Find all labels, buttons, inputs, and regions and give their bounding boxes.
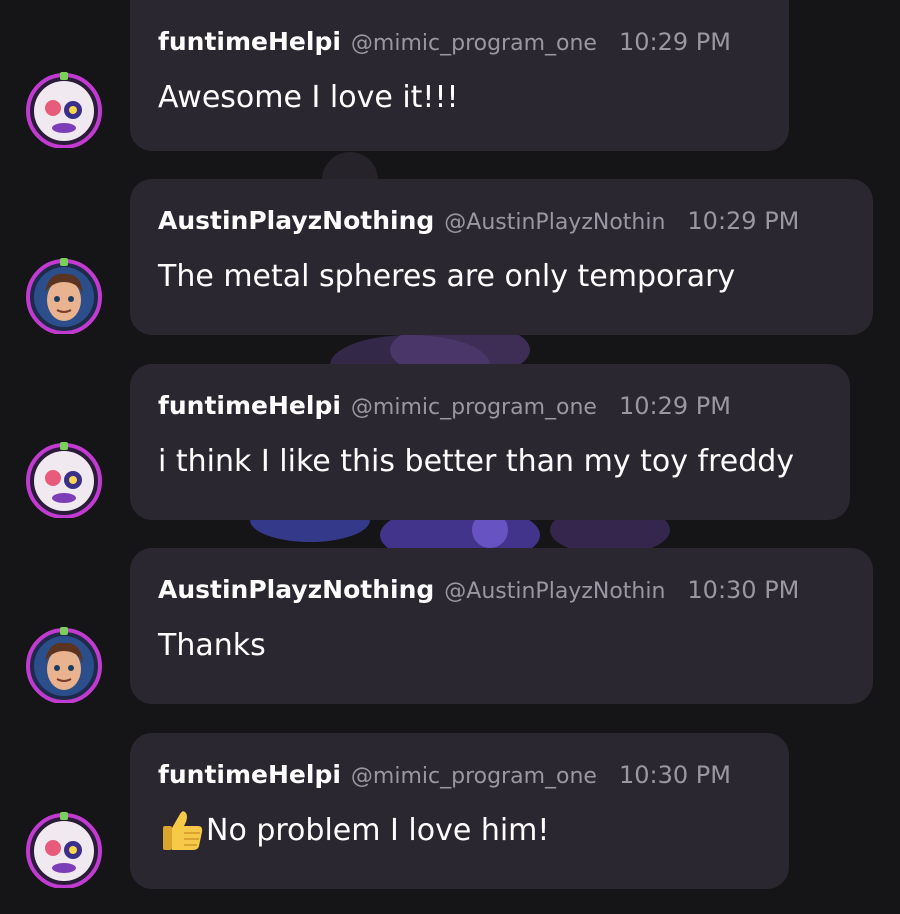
- message-bubble: funtimeHelpi @mimic_program_one 10:30 PM…: [130, 733, 789, 889]
- message-bubble: funtimeHelpi @mimic_program_one 10:29 PM…: [130, 0, 789, 151]
- author-name[interactable]: funtimeHelpi: [158, 27, 341, 56]
- timestamp: 10:29 PM: [618, 392, 731, 420]
- funtime-helpy-avatar[interactable]: [25, 440, 103, 518]
- timestamp: 10:29 PM: [618, 28, 731, 56]
- author-handle: @AustinPlayzNothin: [444, 210, 666, 235]
- message-text: i think I like this better than my toy f…: [158, 444, 795, 479]
- author-name[interactable]: funtimeHelpi: [158, 391, 341, 420]
- austin-avatar[interactable]: [25, 256, 103, 334]
- timestamp: 10:30 PM: [618, 761, 731, 789]
- chat-view: funtimeHelpi @mimic_program_one 10:29 PM…: [0, 0, 900, 914]
- message-bubble: AustinPlayzNothing @AustinPlayzNothin 10…: [130, 179, 873, 335]
- message-bubble: funtimeHelpi @mimic_program_one 10:29 PM…: [130, 364, 850, 520]
- message-text: No problem I love him!: [206, 812, 550, 848]
- author-handle: @mimic_program_one: [350, 31, 597, 56]
- author-name[interactable]: AustinPlayzNothing: [158, 575, 434, 604]
- author-handle: @AustinPlayzNothin: [444, 579, 666, 604]
- message-header: funtimeHelpi @mimic_program_one 10:29 PM: [158, 391, 822, 425]
- message-text: Awesome I love it!!!: [158, 80, 459, 115]
- author-handle: @mimic_program_one: [350, 395, 597, 420]
- austin-avatar[interactable]: [25, 625, 103, 703]
- message-header: funtimeHelpi @mimic_program_one 10:30 PM: [158, 760, 761, 794]
- message-header: funtimeHelpi @mimic_program_one 10:29 PM: [158, 27, 761, 61]
- message-bubble: AustinPlayzNothing @AustinPlayzNothin 10…: [130, 548, 873, 704]
- author-handle: @mimic_program_one: [350, 764, 597, 789]
- author-name[interactable]: AustinPlayzNothing: [158, 206, 434, 235]
- message-header: AustinPlayzNothing @AustinPlayzNothin 10…: [158, 575, 845, 609]
- message-text: Thanks: [158, 628, 266, 663]
- author-name[interactable]: funtimeHelpi: [158, 760, 341, 789]
- message-header: AustinPlayzNothing @AustinPlayzNothin 10…: [158, 206, 845, 240]
- message-text-row: No problem I love him!: [158, 806, 761, 854]
- thumbs-up-icon: [163, 811, 203, 850]
- message-text: The metal spheres are only temporary: [158, 259, 736, 294]
- timestamp: 10:30 PM: [687, 576, 800, 604]
- funtime-helpy-avatar[interactable]: [25, 810, 103, 888]
- funtime-helpy-avatar[interactable]: [25, 70, 103, 148]
- timestamp: 10:29 PM: [687, 207, 800, 235]
